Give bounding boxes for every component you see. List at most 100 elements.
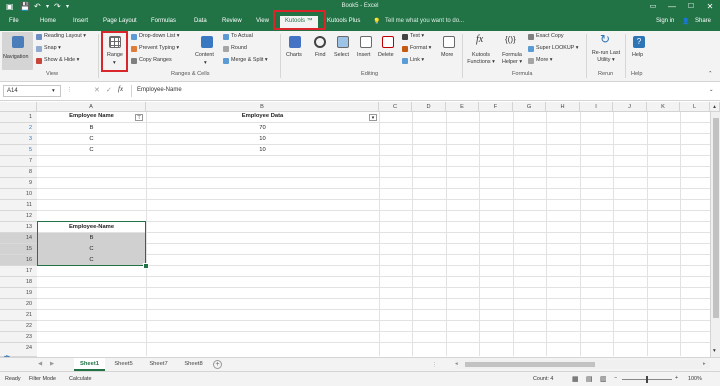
tab-review[interactable]: Review	[222, 18, 242, 24]
row-header[interactable]: 15	[0, 244, 37, 255]
find-button[interactable]: Find	[309, 32, 331, 70]
cell-b5[interactable]: 10	[146, 147, 379, 153]
status-calculate[interactable]: Calculate	[69, 376, 91, 382]
scroll-up-icon[interactable]: ▴	[710, 102, 720, 112]
cancel-icon[interactable]: ✕	[94, 86, 100, 94]
tab-view[interactable]: View	[256, 18, 269, 24]
horizontal-scrollbar[interactable]: ◂ ▸	[455, 360, 710, 369]
scroll-down-icon[interactable]: ▾	[713, 348, 716, 354]
column-header-h[interactable]: H	[546, 102, 580, 112]
filter-dropdown-icon[interactable]: ▾	[369, 114, 377, 121]
zoom-in-icon[interactable]: +	[675, 375, 678, 381]
charts-button[interactable]: Charts	[284, 32, 306, 70]
rerun-button[interactable]: ↻ Re-run Last Utility ▾	[589, 32, 623, 70]
filter-active-icon[interactable]: ⊤	[135, 114, 143, 121]
sheet-nav-next-icon[interactable]: ▶	[50, 361, 54, 367]
sheet-tab-sheet5[interactable]: Sheet5	[107, 358, 140, 371]
normal-view-icon[interactable]: ▦	[572, 375, 579, 383]
share-button[interactable]: Share	[695, 18, 711, 24]
row-header[interactable]: 19	[0, 288, 37, 299]
column-header-k[interactable]: K	[647, 102, 680, 112]
tell-me-search[interactable]: Tell me what you want to do...	[385, 18, 464, 24]
content-button[interactable]: Content ▾	[193, 32, 221, 70]
page-layout-view-icon[interactable]: ▤	[586, 375, 593, 383]
name-box-dropdown-icon[interactable]: ▾	[52, 88, 55, 94]
row-header[interactable]: 22	[0, 321, 37, 332]
minimize-button[interactable]: —	[664, 0, 680, 14]
row-header[interactable]: 3	[0, 134, 37, 145]
cell-b3[interactable]: 10	[146, 136, 379, 142]
row-header[interactable]: 7	[0, 156, 37, 167]
select-button[interactable]: Select	[332, 32, 354, 70]
more-editing-button[interactable]: More	[438, 32, 460, 70]
row-header[interactable]: 5	[0, 145, 37, 156]
column-header-j[interactable]: J	[613, 102, 647, 112]
column-header-i[interactable]: I	[580, 102, 613, 112]
sign-in-link[interactable]: Sign in	[656, 18, 674, 24]
show-hide-button[interactable]: Show & Hide ▾	[44, 57, 79, 63]
tab-file[interactable]: File	[9, 18, 19, 24]
to-actual-button[interactable]: To Actual	[231, 33, 253, 39]
column-header-a[interactable]: A	[37, 102, 146, 112]
sheet-tab-sheet7[interactable]: Sheet7	[142, 358, 175, 371]
row-header[interactable]: 13	[0, 222, 37, 233]
merge-split-button[interactable]: Merge & Split ▾	[231, 57, 268, 63]
reading-layout-button[interactable]: Reading Layout ▾	[44, 33, 86, 39]
tab-page-layout[interactable]: Page Layout	[103, 18, 137, 24]
vertical-scroll-thumb[interactable]	[713, 118, 719, 318]
zoom-out-icon[interactable]: −	[614, 375, 617, 381]
cell-a5[interactable]: C	[37, 147, 146, 153]
link-button[interactable]: Link ▾	[410, 57, 424, 63]
cell-a3[interactable]: C	[37, 136, 146, 142]
column-header-l[interactable]: L	[680, 102, 710, 112]
insert-button[interactable]: Insert	[355, 32, 377, 70]
row-header[interactable]: 2	[0, 123, 37, 134]
tab-home[interactable]: Home	[40, 18, 56, 24]
add-sheet-button[interactable]: +	[213, 360, 222, 369]
tab-data[interactable]: Data	[194, 18, 207, 24]
row-header[interactable]: 10	[0, 189, 37, 200]
column-header-d[interactable]: D	[412, 102, 446, 112]
row-header[interactable]: 21	[0, 310, 37, 321]
sheet-nav-prev-icon[interactable]: ◀	[38, 361, 42, 367]
tab-kutools-plus[interactable]: Kutools Plus	[327, 18, 360, 24]
column-header-f[interactable]: F	[479, 102, 513, 112]
tab-formulas[interactable]: Formulas	[151, 18, 176, 24]
row-header[interactable]: 11	[0, 200, 37, 211]
maximize-button[interactable]: ☐	[683, 0, 699, 14]
sheet-tab-sheet8[interactable]: Sheet8	[177, 358, 210, 371]
navigation-button[interactable]: Navigation	[2, 32, 33, 70]
close-button[interactable]: ✕	[702, 0, 718, 14]
cell-a1[interactable]: Employee Name	[37, 113, 146, 119]
row-header[interactable]: 20	[0, 299, 37, 310]
tab-insert[interactable]: Insert	[73, 18, 88, 24]
help-button[interactable]: ? Help	[628, 32, 650, 70]
horizontal-scroll-thumb[interactable]	[465, 362, 595, 367]
row-header[interactable]: 1	[0, 112, 37, 123]
column-header-e[interactable]: E	[446, 102, 479, 112]
formula-input[interactable]: Employee-Name	[137, 87, 182, 93]
collapse-ribbon-icon[interactable]: ⌃	[708, 71, 713, 77]
drop-down-list-button[interactable]: Drop-down List ▾	[139, 33, 179, 39]
super-lookup-button[interactable]: Super LOOKUP ▾	[536, 45, 578, 51]
delete-button[interactable]: Delete	[377, 32, 399, 70]
scroll-left-icon[interactable]: ◂	[455, 361, 458, 367]
scroll-right-icon[interactable]: ▸	[703, 361, 706, 367]
row-header[interactable]: 9	[0, 178, 37, 189]
fill-handle[interactable]	[143, 263, 149, 269]
enter-icon[interactable]: ✓	[106, 86, 112, 94]
row-header[interactable]: 16	[0, 255, 37, 266]
vertical-scrollbar[interactable]: ▾	[710, 112, 720, 357]
insert-function-icon[interactable]: fx	[118, 85, 123, 93]
column-header-c[interactable]: C	[379, 102, 412, 112]
cell-b2[interactable]: 70	[146, 125, 379, 131]
expand-formula-icon[interactable]: ⌄	[709, 87, 714, 93]
page-break-view-icon[interactable]: ▥	[600, 375, 607, 383]
ribbon-display-icon[interactable]: ▭	[645, 0, 661, 14]
row-header[interactable]: 17	[0, 266, 37, 277]
copy-ranges-button[interactable]: Copy Ranges	[139, 57, 172, 63]
row-header[interactable]: 18	[0, 277, 37, 288]
format-button[interactable]: Format ▾	[410, 45, 431, 51]
cell-b1[interactable]: Employee Data	[146, 113, 379, 119]
zoom-slider[interactable]	[622, 376, 672, 383]
